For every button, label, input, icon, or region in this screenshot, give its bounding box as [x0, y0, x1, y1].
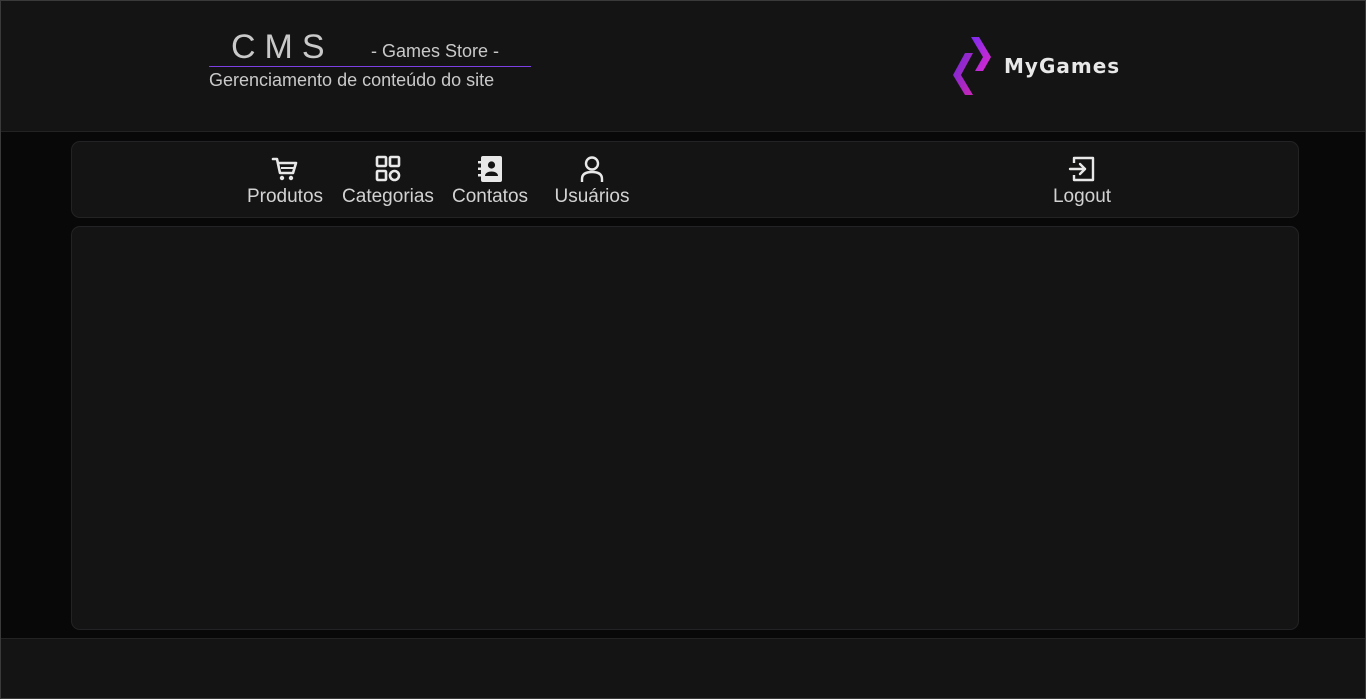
main-content-panel: [71, 226, 1299, 630]
store-label: - Games Store -: [371, 41, 500, 61]
nav-bar: Produtos Categorias Contatos Usuários Lo…: [71, 141, 1299, 218]
mygames-logo[interactable]: MyGames: [951, 35, 1120, 97]
header: CMS - Games Store - Gerenciamento de con…: [1, 1, 1365, 132]
footer: [1, 638, 1365, 698]
contact-book-icon: [478, 156, 502, 182]
logout-label: Logout: [1052, 186, 1112, 207]
nav-item-label: Produtos: [246, 186, 324, 207]
brand-title-row: CMS - Games Store -: [209, 27, 531, 67]
nav-item-categorias[interactable]: Categorias: [338, 154, 438, 210]
logo-text: MyGames: [1004, 54, 1121, 78]
nav-item-label: Usuários: [554, 186, 630, 207]
brand: CMS - Games Store - Gerenciamento de con…: [209, 27, 531, 92]
mygames-logo-icon: [953, 37, 991, 95]
cms-title: CMS: [231, 28, 334, 66]
cart-icon: [271, 157, 298, 181]
logout-button[interactable]: Logout: [1046, 154, 1118, 210]
grid-icon: [375, 155, 401, 182]
nav-item-usuarios[interactable]: Usuários: [546, 154, 638, 210]
nav-item-produtos[interactable]: Produtos: [242, 154, 328, 210]
nav-item-label: Categorias: [342, 186, 434, 207]
logout-icon: [1068, 156, 1095, 182]
user-icon: [580, 156, 604, 182]
site-subtitle: Gerenciamento de conteúdo do site: [209, 70, 495, 90]
nav-item-contatos[interactable]: Contatos: [446, 154, 534, 210]
nav-item-label: Contatos: [451, 186, 529, 207]
